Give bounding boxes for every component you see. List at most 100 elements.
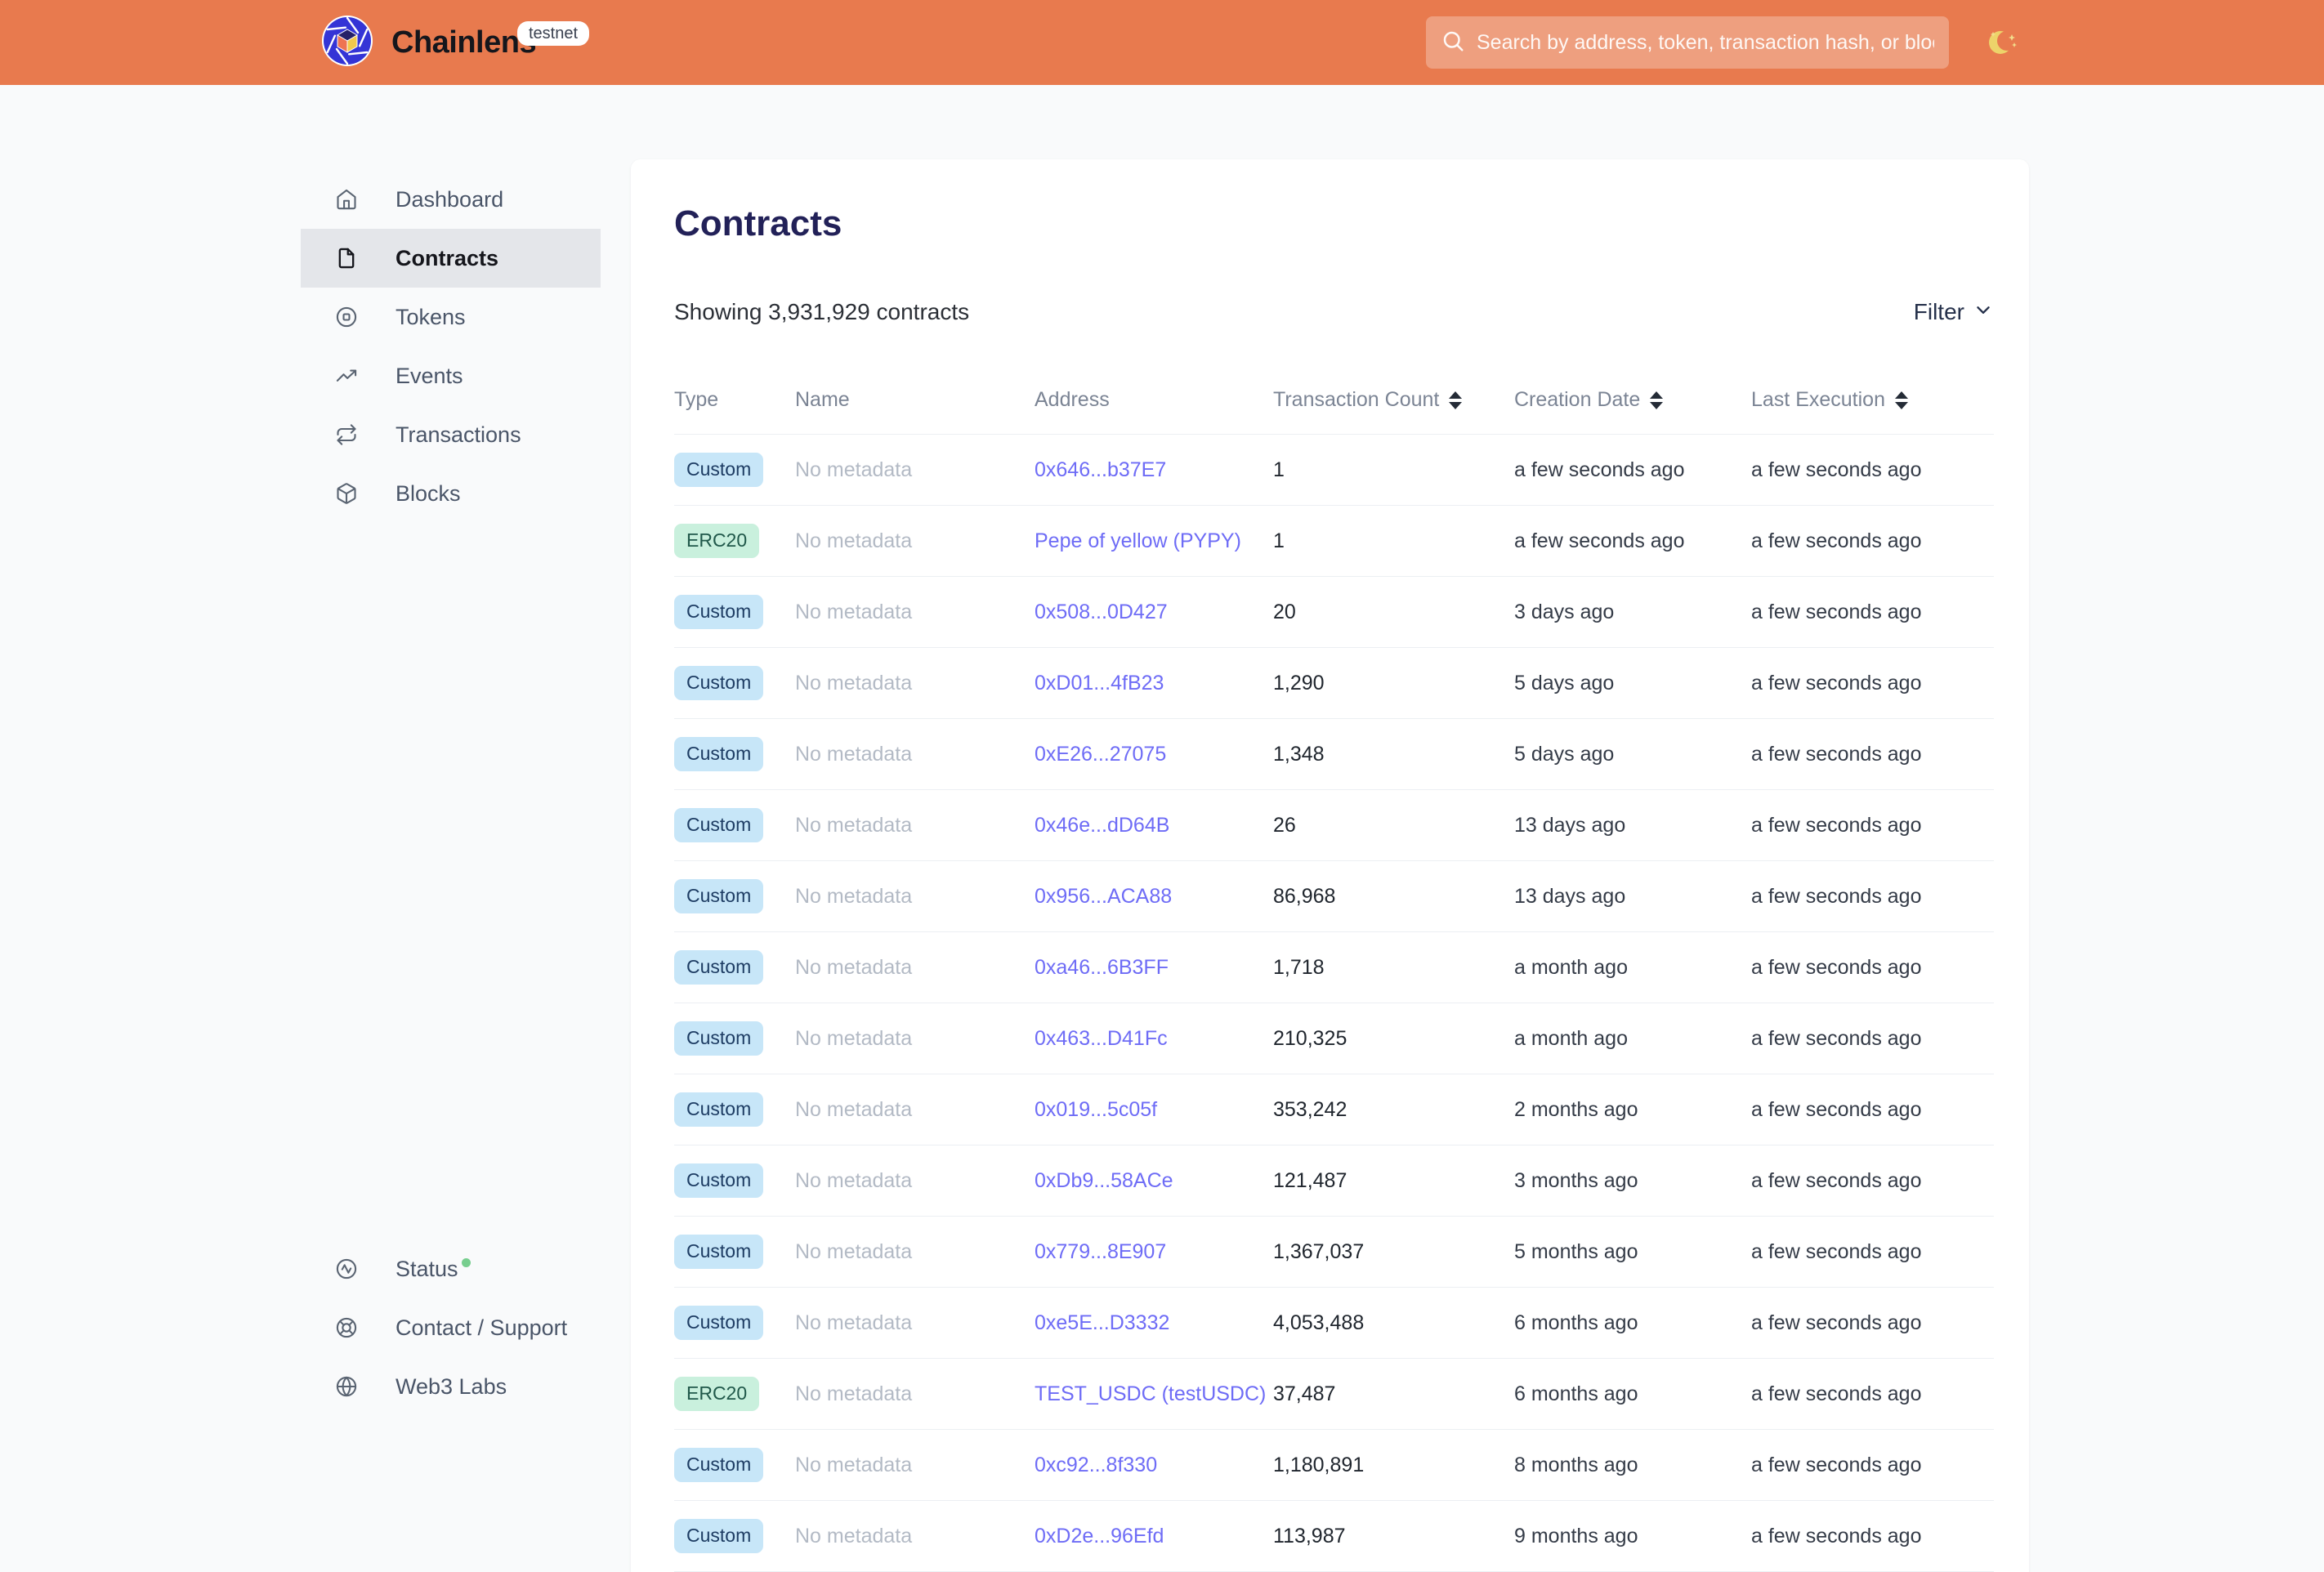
sidebar-item-web3-labs[interactable]: Web3 Labs [301, 1357, 601, 1416]
address-link[interactable]: 0xc92...8f330 [1035, 1454, 1157, 1476]
sidebar-item-contracts[interactable]: Contracts [301, 229, 601, 288]
last-execution-cell: a few seconds ago [1751, 1453, 1922, 1476]
sidebar-item-contact-support[interactable]: Contact / Support [301, 1298, 601, 1357]
last-execution-cell: a few seconds ago [1751, 1382, 1922, 1405]
address-cell: 0x463...D41Fc [1035, 1027, 1273, 1051]
search-input[interactable] [1477, 30, 1934, 55]
type-badge: Custom [674, 1235, 764, 1269]
column-header-type: Type [674, 388, 719, 411]
name-cell: No metadata [795, 813, 913, 837]
transaction-count-cell: 1 [1273, 458, 1285, 481]
transaction-count-cell: 4,053,488 [1273, 1311, 1365, 1334]
address-cell: 0xa46...6B3FF [1035, 956, 1273, 980]
address-link[interactable]: 0x956...ACA88 [1035, 885, 1172, 908]
address-link[interactable]: 0xE26...27075 [1035, 743, 1166, 766]
type-badge: Custom [674, 1519, 764, 1553]
global-search [1426, 16, 1949, 69]
last-execution-cell: a few seconds ago [1751, 671, 1922, 694]
creation-date-cell: a month ago [1514, 955, 1628, 979]
transaction-count-cell: 121,487 [1273, 1168, 1347, 1192]
brand-logo-link[interactable]: Chainlens [321, 15, 537, 69]
address-cell: 0x646...b37E7 [1035, 458, 1273, 482]
type-badge: Custom [674, 1163, 764, 1198]
table-row: Custom No metadata 0x019...5c05f 353,242… [674, 1074, 1994, 1146]
filter-label: Filter [1913, 299, 1964, 324]
home-icon [335, 188, 358, 211]
last-execution-cell: a few seconds ago [1751, 955, 1922, 979]
creation-date-cell: 8 months ago [1514, 1453, 1638, 1476]
sort-icon[interactable] [1650, 391, 1664, 409]
address-link[interactable]: 0xe5E...D3332 [1035, 1311, 1169, 1334]
repeat-arrows-icon [335, 423, 358, 446]
table-row: Custom No metadata 0xc92...8f330 1,180,8… [674, 1430, 1994, 1501]
address-cell: 0x956...ACA88 [1035, 885, 1273, 909]
transaction-count-cell: 37,487 [1273, 1382, 1336, 1405]
name-cell: No metadata [795, 742, 913, 766]
creation-date-cell: 5 days ago [1514, 742, 1615, 766]
name-cell: No metadata [795, 884, 913, 908]
dark-mode-toggle[interactable] [1987, 25, 2022, 60]
type-badge: Custom [674, 879, 764, 913]
address-link[interactable]: 0x46e...dD64B [1035, 814, 1169, 837]
type-badge: ERC20 [674, 1377, 760, 1411]
sidebar-item-dashboard[interactable]: Dashboard [301, 170, 601, 229]
sidebar-item-status[interactable]: Status [301, 1239, 601, 1298]
address-link[interactable]: 0xDb9...58ACe [1035, 1169, 1173, 1192]
contracts-count-summary: Showing 3,931,929 contracts [674, 299, 970, 324]
column-header-address: Address [1035, 388, 1110, 411]
address-link[interactable]: 0x463...D41Fc [1035, 1027, 1168, 1050]
name-cell: No metadata [795, 1168, 913, 1192]
type-badge: Custom [674, 950, 764, 985]
sidebar-item-label: Contracts [396, 245, 499, 270]
last-execution-cell: a few seconds ago [1751, 813, 1922, 837]
table-row: Custom No metadata 0xa46...6B3FF 1,718 a… [674, 932, 1994, 1003]
creation-date-cell: 5 months ago [1514, 1239, 1638, 1263]
sidebar-item-transactions[interactable]: Transactions [301, 405, 601, 464]
trending-line-icon [335, 364, 358, 387]
table-row: Custom No metadata 0x646...b37E7 1 a few… [674, 435, 1994, 506]
sidebar-item-label: Web3 Labs [396, 1373, 507, 1399]
address-cell: 0x019...5c05f [1035, 1098, 1273, 1122]
name-cell: No metadata [795, 955, 913, 979]
address-link[interactable]: 0x646...b37E7 [1035, 458, 1166, 481]
sidebar-item-label: Status [396, 1257, 471, 1282]
address-cell: TEST_USDC (testUSDC) [1035, 1382, 1273, 1406]
status-ok-dot [461, 1257, 471, 1267]
last-execution-cell: a few seconds ago [1751, 1524, 1922, 1547]
address-link[interactable]: 0xD2e...96Efd [1035, 1525, 1164, 1547]
table-row: Custom No metadata 0x956...ACA88 86,968 … [674, 861, 1994, 932]
address-cell: 0xD01...4fB23 [1035, 672, 1273, 695]
address-link[interactable]: 0x779...8E907 [1035, 1240, 1166, 1263]
sidebar-item-label: Dashboard [396, 186, 504, 212]
filter-button[interactable]: Filter [1914, 299, 1994, 326]
name-cell: No metadata [795, 1097, 913, 1121]
sidebar-item-tokens[interactable]: Tokens [301, 288, 601, 346]
testnet-badge: testnet [517, 21, 590, 46]
creation-date-cell: 6 months ago [1514, 1311, 1638, 1334]
address-link[interactable]: 0xa46...6B3FF [1035, 956, 1169, 979]
table-row: Custom No metadata 0xDb9...58ACe 121,487… [674, 1146, 1994, 1217]
transaction-count-cell: 210,325 [1273, 1026, 1347, 1050]
address-link[interactable]: Pepe of yellow (PYPY) [1035, 529, 1241, 552]
name-cell: No metadata [795, 458, 913, 481]
address-link[interactable]: 0x508...0D427 [1035, 601, 1168, 623]
transaction-count-cell: 20 [1273, 600, 1296, 623]
sort-icon[interactable] [1895, 391, 1908, 409]
sidebar-item-blocks[interactable]: Blocks [301, 464, 601, 523]
transaction-count-cell: 353,242 [1273, 1097, 1347, 1121]
address-link[interactable]: 0xD01...4fB23 [1035, 672, 1164, 694]
transaction-count-cell: 1,367,037 [1273, 1239, 1365, 1263]
sort-icon[interactable] [1449, 391, 1463, 409]
address-cell: Pepe of yellow (PYPY) [1035, 529, 1273, 553]
chevron-down-icon [1973, 299, 1994, 326]
address-link[interactable]: 0x019...5c05f [1035, 1098, 1157, 1121]
life-buoy-icon [335, 1316, 358, 1339]
address-link[interactable]: TEST_USDC (testUSDC) [1035, 1382, 1266, 1405]
table-row: Custom No metadata 0x508...0D427 20 3 da… [674, 577, 1994, 648]
creation-date-cell: 13 days ago [1514, 813, 1626, 837]
creation-date-cell: 2 months ago [1514, 1097, 1638, 1121]
transaction-count-cell: 1,718 [1273, 955, 1325, 979]
column-header-creation-date: Creation Date [1514, 388, 1751, 412]
name-cell: No metadata [795, 671, 913, 694]
sidebar-item-events[interactable]: Events [301, 346, 601, 405]
